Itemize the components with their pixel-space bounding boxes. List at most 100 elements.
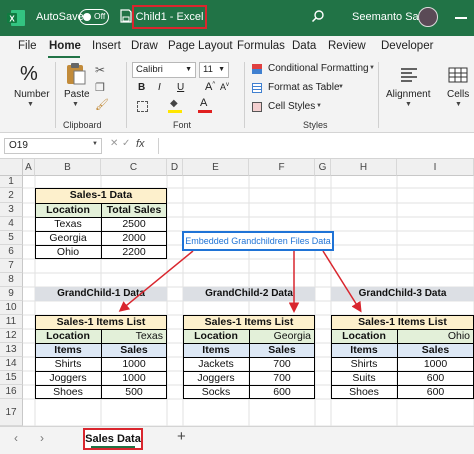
active-sheet-indicator [91,446,135,448]
copy-icon[interactable]: ❐ [95,81,105,94]
row-header-12[interactable]: 12 [0,329,23,343]
font-shrink-icon[interactable]: Av [220,82,229,92]
autosave-state: Off [94,11,106,21]
column-header-g[interactable]: G [315,159,331,176]
tab-page-layout[interactable]: Page Layout [168,40,233,52]
scroll-left-icon[interactable]: ‹ [14,431,18,445]
font-name-select[interactable]: Calibri ▼ [132,62,196,78]
ribbon-separator [126,62,127,128]
chevron-down-icon: ▼ [316,103,322,109]
font-size-select[interactable]: 11 ▼ [199,62,229,78]
number-format-button[interactable]: % Number ▼ [14,63,50,111]
ribbon-separator [244,62,245,128]
font-group-label: Font [173,120,192,130]
name-box[interactable]: O19 [4,138,102,154]
row-header-17[interactable]: 17 [0,399,23,426]
format-painter-icon[interactable]: 🖌 [95,98,109,111]
insert-function-icon[interactable]: fx [136,138,145,150]
add-sheet-button[interactable]: + [177,428,186,445]
table-divider [100,203,102,259]
row-header-5[interactable]: 5 [0,231,23,245]
row-header-1[interactable]: 1 [0,176,23,188]
table-divider [331,342,474,344]
grandchild-banner[interactable]: GrandChild-3 Data [331,287,474,301]
minimize-icon[interactable] [455,17,467,19]
chevron-down-icon[interactable]: ▼ [92,141,98,147]
chevron-down-icon: ▼ [338,84,344,90]
paste-button[interactable]: Paste ▼ [62,62,90,110]
column-header-f[interactable]: F [249,159,315,176]
row-header-13[interactable]: 13 [0,343,23,357]
autosave-toggle[interactable]: Off [79,9,109,25]
column-header-e[interactable]: E [183,159,249,176]
chevron-down-icon: ▼ [72,101,79,108]
table-divider [331,370,474,372]
tab-developer[interactable]: Developer [381,40,433,52]
cut-icon[interactable]: ✂ [95,63,105,77]
select-all-corner[interactable] [0,159,23,176]
row-header-6[interactable]: 6 [0,245,23,259]
row-header-10[interactable]: 10 [0,301,23,315]
scroll-right-icon[interactable]: › [40,431,44,445]
ribbon-separator [55,62,56,128]
row-header-9[interactable]: 9 [0,287,23,301]
bold-button[interactable]: B [138,82,145,93]
column-header-d[interactable]: D [167,159,183,176]
table-divider [100,329,102,399]
fill-color-icon[interactable]: ◆ [168,98,182,114]
grandchild-banner[interactable]: GrandChild-2 Data [183,287,315,301]
tab-file[interactable]: File [18,40,37,52]
formula-input[interactable] [158,138,471,154]
tab-home[interactable]: Home [49,40,81,52]
table-divider [331,384,474,386]
table-divider [248,329,250,399]
cancel-icon[interactable]: ✕ [110,138,118,149]
italic-button[interactable]: I [158,82,161,93]
column-header-i[interactable]: I [397,159,474,176]
tab-draw[interactable]: Draw [131,40,158,52]
avatar[interactable] [418,7,438,27]
row-header-14[interactable]: 14 [0,357,23,371]
enter-icon[interactable]: ✓ [122,138,130,149]
cell-styles-button[interactable]: Cell Styles ▼ [252,101,322,115]
cells-button[interactable]: Cells ▼ [442,63,474,111]
excel-logo-icon: X [7,10,25,26]
column-header-h[interactable]: H [331,159,397,176]
borders-icon[interactable] [137,101,148,112]
column-header-b[interactable]: B [35,159,101,176]
clipboard-group-label: Clipboard [63,120,102,130]
row-header-15[interactable]: 15 [0,371,23,385]
tab-review[interactable]: Review [328,40,366,52]
column-header-c[interactable]: C [101,159,167,176]
tab-formulas[interactable]: Formulas [237,40,285,52]
column-header-a[interactable]: A [23,159,35,176]
row-header-11[interactable]: 11 [0,315,23,329]
number-label: Number [14,89,50,100]
toggle-knob [83,12,91,21]
search-icon[interactable] [311,9,325,23]
row-header-8[interactable]: 8 [0,273,23,287]
underline-button[interactable]: U [177,82,184,93]
styles-group-label: Styles [303,120,328,130]
row-header-16[interactable]: 16 [0,385,23,399]
table-divider [331,328,474,330]
cells-icon [448,67,468,83]
tab-insert[interactable]: Insert [92,40,121,52]
grandchild-banner[interactable]: GrandChild-1 Data [35,287,167,301]
alignment-button[interactable]: Alignment ▼ [384,63,434,111]
row-header-3[interactable]: 3 [0,203,23,217]
row-header-2[interactable]: 2 [0,188,23,203]
conditional-formatting-button[interactable]: Conditional Formatting ▼ [252,63,375,77]
paste-label: Paste [64,89,90,100]
font-color-icon[interactable]: A [198,97,212,114]
row-header-4[interactable]: 4 [0,217,23,231]
font-grow-icon[interactable]: A^ [205,81,215,93]
callout-label: Embedded Grandchildren Files Data [182,231,334,251]
row-header-7[interactable]: 7 [0,259,23,273]
tab-data[interactable]: Data [292,40,316,52]
save-icon[interactable] [120,9,132,23]
format-as-table-button[interactable]: Format as Table ▼ [252,82,344,96]
chevron-down-icon: ▼ [455,101,462,108]
title-bar: X AutoSave Off Child1 - Excel Seemanto S… [0,0,474,36]
chevron-down-icon: ▼ [27,101,34,108]
